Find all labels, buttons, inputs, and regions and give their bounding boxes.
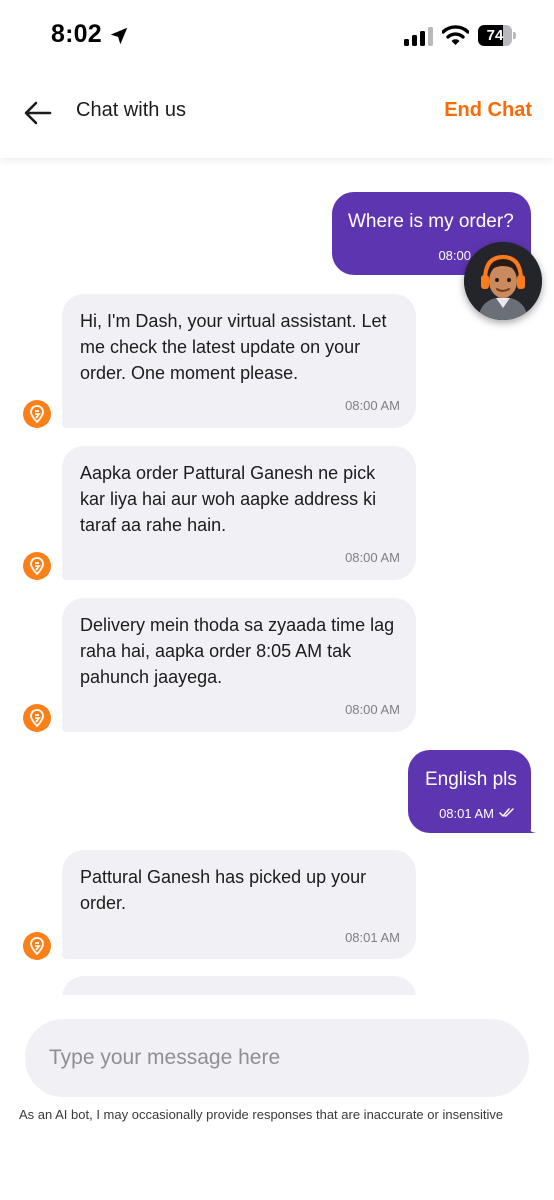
bot-avatar <box>23 932 51 960</box>
bot-avatar <box>23 400 51 428</box>
swiggy-logo-icon <box>30 709 44 727</box>
chat-header: Chat with us End Chat <box>0 68 554 158</box>
message-input[interactable] <box>49 1019 509 1097</box>
message-time: 08:01 AM <box>345 930 400 945</box>
cellular-signal-icon <box>404 27 433 46</box>
chat-messages[interactable]: Where is my order? 08:00 Hi, I'm Dash, y… <box>0 158 554 995</box>
agent-avatar <box>464 242 542 320</box>
battery-level: 74 <box>486 27 504 44</box>
message-text: Hi, I'm Dash, your virtual assistant. Le… <box>80 311 387 383</box>
bot-avatar <box>23 704 51 732</box>
message-time: 08:01 AM <box>439 806 494 821</box>
status-bar: 8:02 74 <box>0 0 554 68</box>
battery-indicator: 74 <box>478 25 516 46</box>
page-title: Chat with us <box>76 99 187 121</box>
bubble-tail <box>523 820 537 833</box>
message-time: 08:00 <box>438 248 471 263</box>
wifi-icon <box>442 25 469 45</box>
message-text: Pattural Ganesh has picked up your order… <box>80 867 367 913</box>
message-text: Aapka order Pattural Ganesh ne pick kar … <box>80 463 377 535</box>
message-bubble-bot: Pattural Ganesh has picked up your order… <box>62 850 416 959</box>
swiggy-logo-icon <box>30 405 44 423</box>
status-time: 8:02 <box>51 20 102 48</box>
double-check-icon <box>499 808 514 817</box>
message-time: 08:00 AM <box>345 550 400 565</box>
message-bubble-bot: Delivery mein thoda sa zyaada time lag r… <box>62 598 416 732</box>
ai-disclaimer: As an AI bot, I may occasionally provide… <box>19 1107 504 1122</box>
bot-avatar <box>23 552 51 580</box>
message-time: 08:00 AM <box>345 702 400 717</box>
swiggy-logo-icon <box>30 937 44 955</box>
message-bubble-bot <box>62 976 416 995</box>
message-text: Delivery mein thoda sa zyaada time lag r… <box>80 615 395 687</box>
end-chat-button[interactable]: End Chat <box>444 99 532 122</box>
swiggy-logo-icon <box>30 557 44 575</box>
message-text: English pls <box>425 769 517 790</box>
message-input-container <box>25 1019 529 1097</box>
back-button[interactable] <box>20 95 56 131</box>
message-time: 08:00 AM <box>345 398 400 413</box>
message-bubble-bot: Aapka order Pattural Ganesh ne pick kar … <box>62 446 416 580</box>
back-arrow-icon <box>24 101 52 125</box>
message-text: Where is my order? <box>348 211 514 232</box>
message-bubble-bot: Hi, I'm Dash, your virtual assistant. Le… <box>62 294 416 428</box>
message-bubble-user: English pls 08:01 AM <box>408 750 531 833</box>
agent-avatar-icon <box>464 242 542 320</box>
location-arrow-icon <box>110 27 128 45</box>
